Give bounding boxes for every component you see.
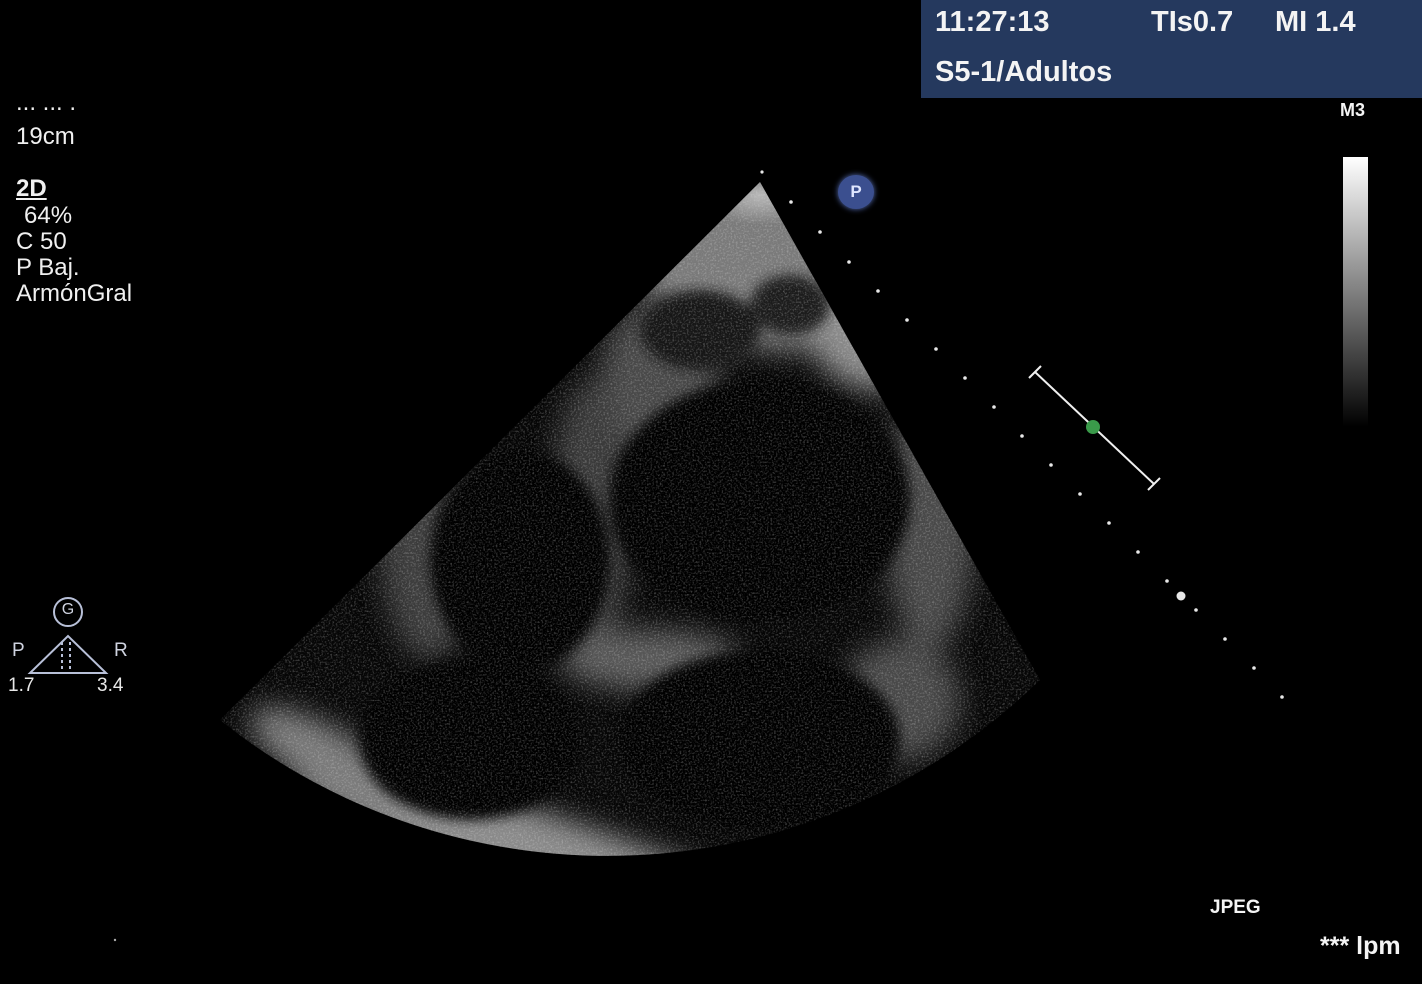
clock-time: 11:27:13 xyxy=(935,6,1050,38)
mode-label: 2D xyxy=(16,175,47,202)
grayscale-bar xyxy=(1343,157,1368,427)
harmonics-label: ArmónGral xyxy=(16,280,133,307)
heart-rate: *** lpm xyxy=(1320,932,1401,960)
orientation-marker-g: G xyxy=(61,601,75,618)
mechanical-index: MI 1.4 xyxy=(1275,6,1356,38)
gain-label: 64% xyxy=(24,202,73,229)
ultrasound-image xyxy=(27,157,1368,942)
status-header: 11:27:13 TIs0.7 MI 1.4 S5-1/Adultos xyxy=(921,0,1422,98)
compression-label: C 50 xyxy=(16,228,67,255)
thermal-index: TIs0.7 xyxy=(1151,6,1234,38)
orientation-right-value: 3.4 xyxy=(97,675,124,696)
depth-label: 19cm xyxy=(16,123,75,150)
grayscale-map-label: M3 xyxy=(1340,100,1366,120)
probe-preset: S5-1/Adultos xyxy=(935,56,1113,88)
format-label: JPEG xyxy=(1210,897,1261,918)
orientation-left-label: P xyxy=(12,640,25,661)
orientation-left-value: 1.7 xyxy=(8,675,35,696)
probe-marker-icon: P xyxy=(838,175,874,209)
orientation-right-label: R xyxy=(114,640,128,661)
probe-marker-label: P xyxy=(850,182,862,201)
power-label: P Baj. xyxy=(16,254,80,281)
cut-off-line: ... ... . xyxy=(16,98,77,112)
